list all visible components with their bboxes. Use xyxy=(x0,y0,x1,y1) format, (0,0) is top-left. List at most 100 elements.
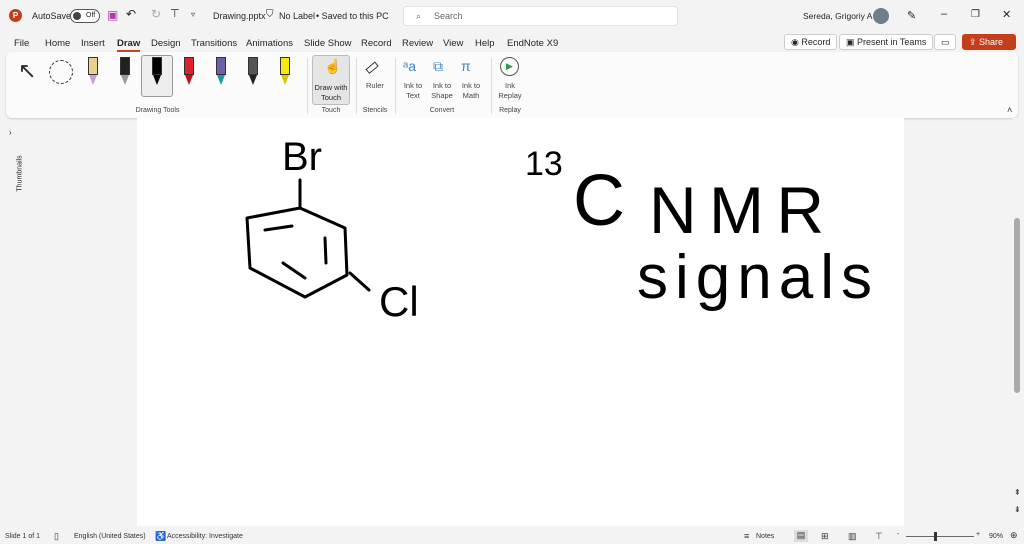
pen-4[interactable] xyxy=(184,57,194,87)
share-button[interactable]: ⇪ Share ˅ xyxy=(962,34,1016,61)
zoom-slider-thumb[interactable] xyxy=(934,532,937,541)
ink-nmr: NMR xyxy=(649,173,824,247)
accessibility-icon: ♿ xyxy=(155,531,167,541)
tab-help[interactable]: Help xyxy=(475,38,495,49)
divider xyxy=(395,58,396,114)
pen-7[interactable] xyxy=(280,57,290,87)
group-drawing-tools: Drawing Tools xyxy=(135,107,180,114)
slide-counter: Slide 1 of 1 xyxy=(5,533,41,540)
ink-c: C xyxy=(573,161,625,241)
tab-view[interactable]: View xyxy=(443,38,463,49)
lasso-select-icon[interactable] xyxy=(49,60,73,84)
pen-1[interactable] xyxy=(88,57,98,87)
tab-slide-show[interactable]: Slide Show xyxy=(304,38,352,49)
ruler-button[interactable]: Ruler xyxy=(366,81,384,90)
zoom-slider[interactable] xyxy=(906,536,974,537)
present-in-teams-button[interactable]: ▣ Present in Teams xyxy=(839,34,934,50)
search-icon: ⌕ xyxy=(416,11,422,21)
accessibility-status[interactable]: Accessibility: Investigate xyxy=(167,533,243,540)
ink-to-shape-button[interactable]: Ink to Shape xyxy=(430,81,454,101)
notes-button[interactable]: Notes xyxy=(756,533,774,540)
save-status[interactable]: • Saved to this PC xyxy=(316,11,389,21)
ink-to-math-icon: π xyxy=(461,58,471,74)
group-stencils: Stencils xyxy=(362,107,388,114)
user-name[interactable]: Sereda, Grigoriy A xyxy=(803,11,872,21)
notes-icon: ≡ xyxy=(744,531,750,541)
record-button[interactable]: ◉ Record xyxy=(784,34,838,50)
pen-icon[interactable]: ✎ xyxy=(907,9,916,22)
tab-review[interactable]: Review xyxy=(402,38,433,49)
sensitivity-label[interactable]: No Label xyxy=(279,11,315,21)
tab-insert[interactable]: Insert xyxy=(81,38,105,49)
minimize-icon[interactable]: – xyxy=(941,8,947,20)
ink-to-text-icon: ᵃa xyxy=(403,58,416,74)
benzene-ring xyxy=(245,206,349,299)
divider xyxy=(307,58,308,114)
collapse-ribbon-icon[interactable]: ˄ xyxy=(1007,105,1012,115)
file-name: Drawing.pptx xyxy=(213,11,266,21)
language[interactable]: English (United States) xyxy=(74,533,146,540)
avatar[interactable] xyxy=(873,8,889,24)
restore-icon[interactable]: ❐ xyxy=(971,9,980,20)
group-convert: Convert xyxy=(429,107,455,114)
zoom-in-icon[interactable]: + xyxy=(976,531,980,538)
slideshow-icon[interactable]: ⊤ xyxy=(875,531,883,542)
tab-transitions[interactable]: Transitions xyxy=(191,38,237,49)
record-label: Record xyxy=(801,37,831,47)
ink-to-math-button[interactable]: Ink to Math xyxy=(457,81,485,101)
normal-view-icon[interactable]: ▤ xyxy=(794,530,808,542)
shield-icon: ⛉ xyxy=(266,9,274,20)
comments-button[interactable]: ▭ xyxy=(934,34,956,50)
ink-cl: Cl xyxy=(379,278,419,325)
title-bar: P AutoSave Off ▣ ↶ ↻ ⊤ ▿ Drawing.pptx ⛉ … xyxy=(0,0,1024,32)
tab-home[interactable]: Home xyxy=(45,38,70,49)
autosave-toggle[interactable]: Off xyxy=(70,9,100,23)
prev-slide-icon[interactable]: ⇞ xyxy=(1014,488,1021,497)
undo-icon[interactable]: ↶ xyxy=(126,7,136,21)
redo-icon[interactable]: ↻ xyxy=(151,7,161,21)
group-replay: Replay xyxy=(499,107,521,114)
chlorine-bond xyxy=(348,271,371,292)
powerpoint-logo-icon: P xyxy=(9,9,22,22)
fit-slide-icon[interactable]: ⊕ xyxy=(1010,530,1018,541)
slide-sorter-icon[interactable]: ⊞ xyxy=(821,531,829,542)
save-icon[interactable]: ▣ xyxy=(107,8,118,22)
double-bond-2 xyxy=(323,236,328,265)
customize-qat-icon[interactable]: ▿ xyxy=(191,10,195,19)
thumbnails-label[interactable]: Thumbnails xyxy=(17,155,24,191)
ink-replay-button[interactable]: Ink Replay xyxy=(496,81,524,101)
scrollbar-thumb[interactable] xyxy=(1014,218,1020,393)
double-bond-3 xyxy=(281,261,307,280)
zoom-out-icon[interactable]: - xyxy=(897,531,899,538)
tab-endnote[interactable]: EndNote X9 xyxy=(507,38,558,49)
spelling-icon[interactable]: ▯ xyxy=(54,531,59,542)
touch-hand-icon: ☝ xyxy=(324,58,342,74)
tab-record[interactable]: Record xyxy=(361,38,392,49)
zoom-level[interactable]: 90% xyxy=(989,533,1003,540)
tab-file[interactable]: File xyxy=(14,38,29,49)
search-input[interactable]: ⌕ Search xyxy=(403,6,678,26)
autosave-label: AutoSave xyxy=(32,11,72,21)
divider xyxy=(356,58,357,114)
share-label: Share xyxy=(979,37,1004,47)
select-arrow-icon[interactable]: ↖ xyxy=(18,58,36,84)
pen-5[interactable] xyxy=(216,57,226,87)
close-icon[interactable]: ✕ xyxy=(1002,8,1011,21)
expand-thumbnails-icon[interactable]: › xyxy=(9,128,12,137)
tab-draw[interactable]: Draw xyxy=(117,38,141,52)
slide-canvas[interactable]: Br Cl 13 C NMR signals xyxy=(137,118,904,526)
tab-design[interactable]: Design xyxy=(151,38,181,49)
ink-br: Br xyxy=(282,135,322,179)
pen-6[interactable] xyxy=(248,57,258,87)
pen-2[interactable] xyxy=(120,57,130,87)
ink-to-text-button[interactable]: Ink to Text xyxy=(401,81,425,101)
reading-view-icon[interactable]: ▥ xyxy=(848,531,857,542)
present-icon[interactable]: ⊤ xyxy=(170,7,180,20)
next-slide-icon[interactable]: ⇟ xyxy=(1014,505,1021,514)
pen-3[interactable] xyxy=(152,57,162,87)
tab-animations[interactable]: Animations xyxy=(246,38,293,49)
status-bar: Slide 1 of 1 ▯ English (United States) ♿… xyxy=(0,528,1024,544)
thumbnails-panel[interactable]: › Thumbnails xyxy=(0,118,24,526)
ink-replay-icon: ▶ xyxy=(500,57,519,76)
ink-signals: signals xyxy=(637,243,872,312)
